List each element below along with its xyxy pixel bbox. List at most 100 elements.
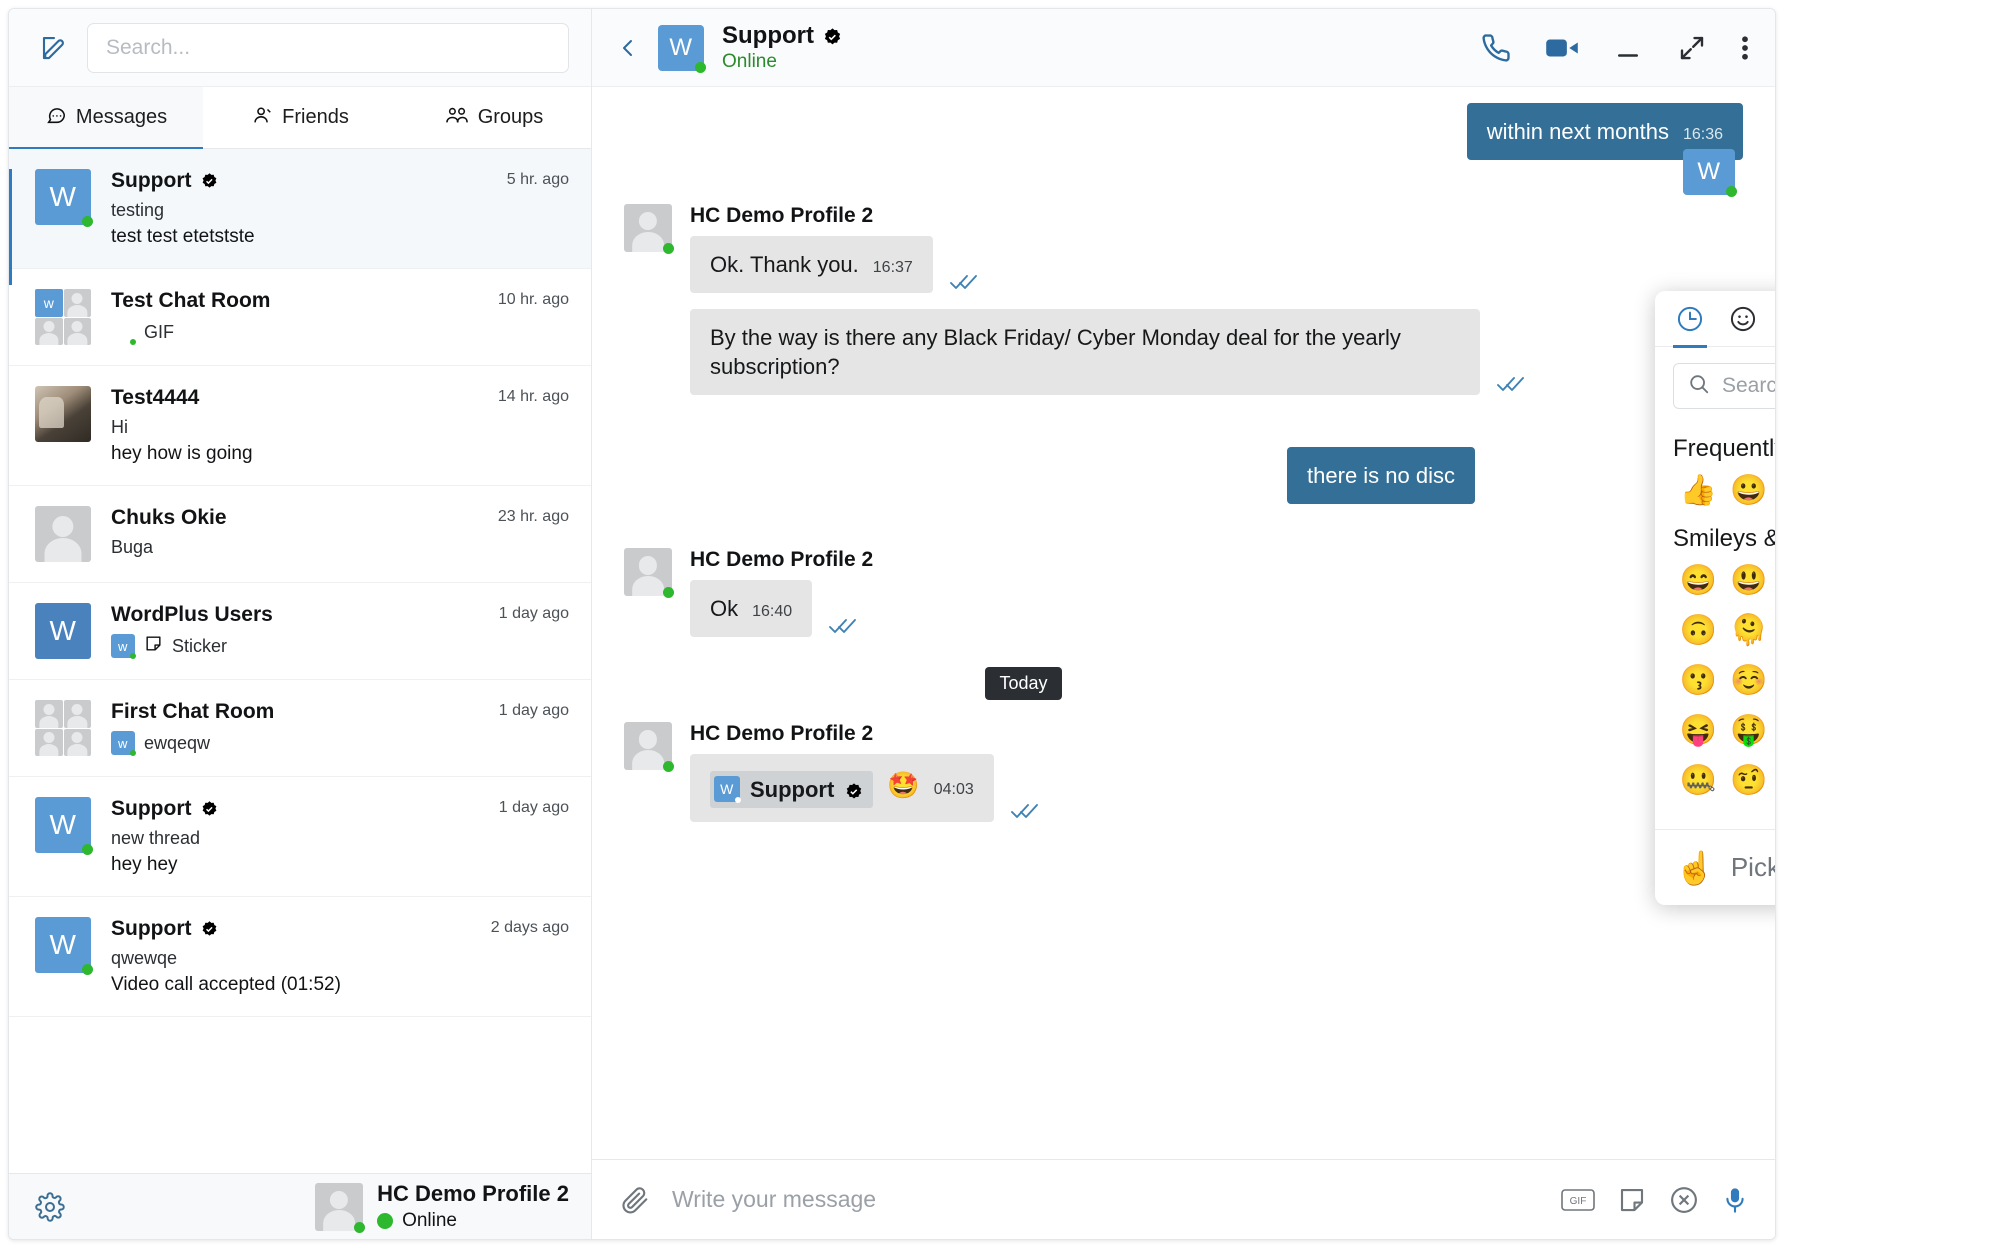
sidebar-tabs: Messages Friends Groups bbox=[9, 87, 591, 149]
message-text: there is no disc bbox=[1307, 463, 1455, 489]
conversation-item-support-3[interactable]: W Support qwewqe Video call accepted (01… bbox=[9, 897, 591, 1017]
emoji-cell[interactable]: 😘 bbox=[1774, 469, 1775, 513]
people-group-icon bbox=[445, 104, 469, 132]
online-dot-icon bbox=[82, 216, 93, 227]
avatar bbox=[35, 386, 91, 442]
emoji-circle-icon[interactable] bbox=[1669, 1185, 1699, 1215]
verified-badge-icon bbox=[822, 27, 841, 46]
video-camera-icon[interactable] bbox=[1545, 33, 1579, 63]
double-check-read-icon bbox=[828, 615, 858, 637]
emoji-cell[interactable]: 😚 bbox=[1774, 659, 1775, 703]
message-bubble[interactable]: Ok. Thank you. 16:37 bbox=[690, 236, 933, 294]
message-bubble[interactable]: By the way is there any Black Friday/ Cy… bbox=[690, 309, 1480, 396]
conversation-item-test4444[interactable]: Test4444 Hi hey how is going 14 hr. ago bbox=[9, 366, 591, 486]
chevron-left-icon[interactable] bbox=[616, 34, 640, 62]
search-icon bbox=[1688, 373, 1710, 400]
emoji-cell[interactable]: 🤨 bbox=[1724, 759, 1775, 803]
minimize-icon[interactable] bbox=[1613, 33, 1643, 63]
emoji-cell[interactable]: 😄 bbox=[1673, 559, 1724, 603]
emoji-cell[interactable]: 🤑 bbox=[1724, 709, 1775, 753]
sticker-icon[interactable] bbox=[1617, 1185, 1647, 1215]
online-dot-icon bbox=[695, 61, 706, 73]
conversation-item-wordplus-users[interactable]: W WordPlus Users w Sticker 1 day ago bbox=[9, 583, 591, 680]
emoji-picker-footer: ☝️ Pick an emoji... bbox=[1655, 829, 1775, 905]
preview-sender-avatar: w bbox=[111, 731, 136, 756]
emoji-cell[interactable]: ☺️ bbox=[1724, 659, 1775, 703]
tab-groups[interactable]: Groups bbox=[397, 87, 591, 148]
conversation-item-test-chat-room[interactable]: w Test Chat Room GIF 10 hr. ago bbox=[9, 269, 591, 366]
emoji-grid-smileys: 😄 😃 😊 😁 😆 😅 🤣 😂 🙂 🙃 🫠 😉 😊 😇 🥰 😍 bbox=[1673, 559, 1775, 803]
emoji-search-wrap bbox=[1655, 347, 1775, 417]
search-input[interactable] bbox=[106, 35, 550, 60]
expand-arrows-icon[interactable] bbox=[1677, 33, 1707, 63]
compose-pencil-icon[interactable] bbox=[35, 29, 73, 67]
emoji-cell[interactable]: 😃 bbox=[1724, 559, 1775, 603]
verified-badge-icon bbox=[200, 172, 219, 191]
conversation-preview-1: testing bbox=[111, 200, 165, 220]
message-list[interactable]: W within next months 16:36 HC Demo Profi… bbox=[592, 87, 1775, 1159]
double-check-read-icon bbox=[949, 271, 979, 293]
avatar bbox=[35, 700, 91, 756]
emoji-cell[interactable]: 😊 bbox=[1774, 559, 1775, 603]
conversation-list[interactable]: W Support testing test test etetstste 5 … bbox=[9, 149, 591, 1239]
conversation-name: Chuks Okie bbox=[111, 506, 227, 529]
emoji-search-box[interactable] bbox=[1673, 363, 1775, 409]
message-sender: HC Demo Profile 2 bbox=[690, 722, 874, 746]
emoji-search-input[interactable] bbox=[1722, 374, 1775, 398]
message-emoji: 🤩 bbox=[887, 770, 920, 801]
sticker-icon bbox=[144, 634, 163, 658]
smileys-tab[interactable] bbox=[1722, 298, 1764, 340]
sidebar-search-box[interactable] bbox=[87, 22, 569, 73]
emoji-cell[interactable]: 😗 bbox=[1673, 659, 1724, 703]
conversation-item-support-1[interactable]: W Support testing test test etetstste 5 … bbox=[9, 149, 591, 285]
message-bubble[interactable]: there is no disc bbox=[1287, 447, 1475, 505]
conversation-item-chuks-okie[interactable]: Chuks Okie Buga 23 hr. ago bbox=[9, 486, 591, 583]
partial-avatar: W bbox=[1683, 149, 1737, 197]
emoji-cell[interactable]: 😐 bbox=[1774, 759, 1775, 803]
online-status-icon bbox=[377, 1213, 394, 1229]
emoji-cell[interactable]: 😝 bbox=[1673, 709, 1724, 753]
conversation-time: 1 day ago bbox=[498, 702, 569, 719]
emoji-cell[interactable]: 🤐 bbox=[1673, 759, 1724, 803]
kebab-menu-icon[interactable] bbox=[1741, 33, 1749, 63]
preview-sender-avatar: w bbox=[111, 634, 136, 659]
online-dot-icon bbox=[82, 844, 93, 855]
emoji-cell[interactable]: 😉 bbox=[1774, 609, 1775, 653]
avatar bbox=[315, 1182, 366, 1233]
user-mention[interactable]: W Support bbox=[710, 770, 874, 808]
emoji-grid-frequent: 👍 😀 😘 😍 😆 😜 😅 😂 😱 bbox=[1673, 469, 1775, 513]
conversation-name: Support bbox=[111, 169, 192, 192]
emoji-cell[interactable]: 🤗 bbox=[1774, 709, 1775, 753]
paperclip-icon[interactable] bbox=[620, 1185, 650, 1215]
chat-bubble-icon bbox=[45, 104, 67, 132]
mention-avatar: W bbox=[714, 776, 741, 804]
tab-messages[interactable]: Messages bbox=[9, 87, 203, 149]
message-composer: GIF bbox=[592, 1159, 1775, 1239]
gif-button[interactable]: GIF bbox=[1561, 1187, 1595, 1213]
emoji-cell[interactable]: 👍 bbox=[1673, 469, 1724, 513]
conversation-preview-1: Sticker bbox=[172, 635, 228, 656]
current-user-card[interactable]: HC Demo Profile 2 Online bbox=[315, 1181, 569, 1233]
message-time: 16:37 bbox=[872, 259, 913, 277]
online-dot-icon bbox=[663, 243, 674, 255]
animals-tab[interactable] bbox=[1775, 298, 1776, 340]
tab-friends[interactable]: Friends bbox=[203, 87, 397, 148]
message-sender: HC Demo Profile 2 bbox=[690, 204, 874, 228]
emoji-cell[interactable]: 😀 bbox=[1724, 469, 1775, 513]
microphone-icon[interactable] bbox=[1721, 1185, 1749, 1215]
recent-tab[interactable] bbox=[1669, 298, 1711, 348]
message-bubble[interactable]: W Support 🤩 04:03 bbox=[690, 754, 994, 822]
conversation-item-first-chat-room[interactable]: First Chat Room w ewqeqw 1 day ago bbox=[9, 680, 591, 777]
message-input[interactable] bbox=[672, 1186, 1539, 1213]
conversation-time: 2 days ago bbox=[490, 919, 569, 936]
sidebar-toolbar bbox=[9, 9, 591, 87]
message-bubble[interactable]: Ok 16:40 bbox=[690, 580, 813, 638]
emoji-picker-panel[interactable]: Frequently used 👍 😀 😘 😍 😆 😜 😅 😂 😱 Smiley… bbox=[1655, 291, 1776, 905]
emoji-scroll-area[interactable]: Frequently used 👍 😀 😘 😍 😆 😜 😅 😂 😱 Smiley… bbox=[1655, 417, 1775, 829]
emoji-cell[interactable]: 🙃 bbox=[1673, 609, 1724, 653]
avatar: w bbox=[35, 289, 91, 345]
conversation-item-support-2[interactable]: W Support new thread hey hey 1 day ago bbox=[9, 777, 591, 897]
emoji-cell[interactable]: 🫠 bbox=[1724, 609, 1775, 653]
phone-icon[interactable] bbox=[1481, 33, 1511, 63]
gear-icon[interactable] bbox=[35, 1191, 65, 1222]
